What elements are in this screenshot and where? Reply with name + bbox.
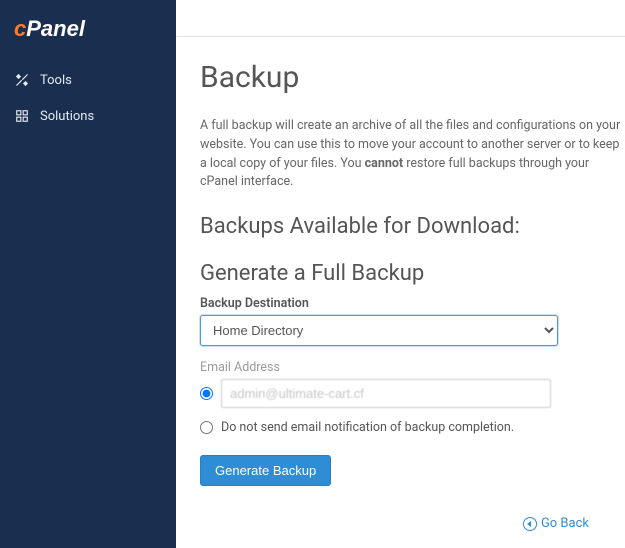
sidebar-item-label: Tools (40, 73, 72, 88)
topbar-divider (176, 36, 625, 37)
email-notify-radio[interactable] (200, 387, 213, 400)
main-content: Backup A full backup will create an arch… (176, 0, 625, 548)
tools-icon (14, 72, 30, 88)
page-description: A full backup will create an archive of … (200, 117, 625, 192)
no-notify-label: Do not send email notification of backup… (221, 420, 514, 435)
go-back-label: Go Back (541, 516, 589, 531)
go-back-link[interactable]: Go Back (523, 516, 589, 531)
sidebar-item-solutions[interactable]: Solutions (0, 98, 176, 134)
sidebar-item-label: Solutions (40, 109, 94, 124)
sidebar-item-tools[interactable]: Tools (0, 62, 176, 98)
no-notify-radio[interactable] (200, 421, 213, 434)
backup-destination-select[interactable]: Home Directory (200, 315, 558, 346)
page-title: Backup (200, 60, 625, 95)
email-address-label: Email Address (200, 360, 625, 375)
email-address-input[interactable] (221, 379, 551, 408)
backup-destination-label: Backup Destination (200, 296, 625, 311)
solutions-icon (14, 108, 30, 124)
available-backups-title: Backups Available for Download: (200, 214, 625, 239)
generate-backup-title: Generate a Full Backup (200, 261, 625, 286)
cpanel-logo: cPanel (0, 18, 176, 62)
arrow-left-circle-icon (523, 517, 537, 531)
generate-backup-button[interactable]: Generate Backup (200, 455, 331, 486)
page-description-bold: cannot (365, 156, 404, 171)
svg-text:cPanel: cPanel (14, 18, 86, 40)
sidebar: cPanel Tools Solutions (0, 0, 176, 548)
